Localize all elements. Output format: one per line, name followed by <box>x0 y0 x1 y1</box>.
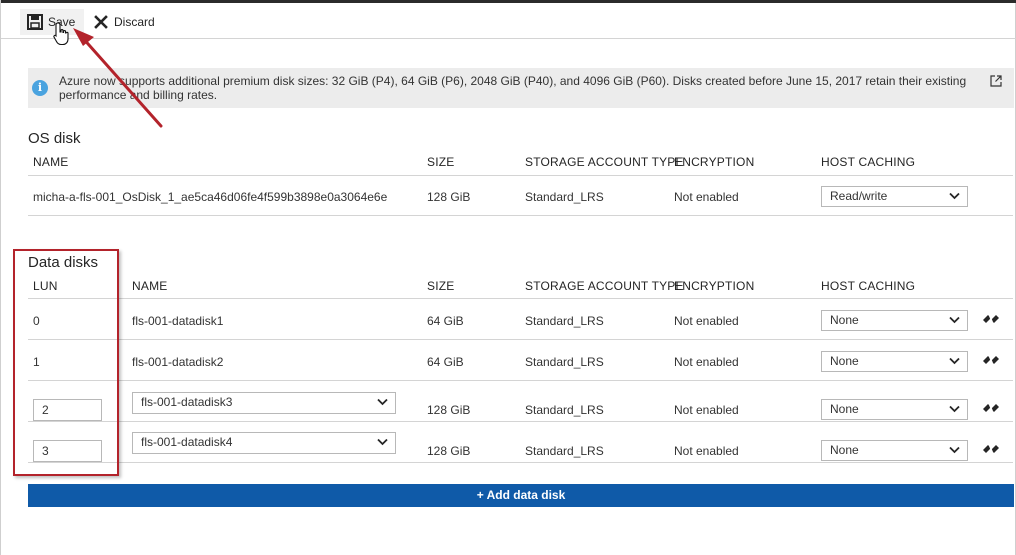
os-disk-encryption: Not enabled <box>674 190 739 204</box>
os-col-caching: HOST CACHING <box>821 155 916 169</box>
data-col-caching: HOST CACHING <box>821 279 916 293</box>
data-disk-name: fls-001-datadisk2 <box>132 355 224 369</box>
chevron-down-icon <box>949 316 960 324</box>
data-disk-encryption: Not enabled <box>674 403 739 417</box>
data-disk-lun: 1 <box>33 355 40 369</box>
chevron-down-icon <box>949 192 960 200</box>
data-header-divider <box>28 298 1013 299</box>
chevron-down-icon <box>377 398 388 406</box>
save-icon <box>27 14 48 30</box>
lun-input[interactable]: 2 <box>33 399 102 421</box>
detach-icon[interactable] <box>982 443 1000 455</box>
data-host-caching-value: None <box>830 354 859 368</box>
data-disk-size: 64 GiB <box>427 314 464 328</box>
data-disk-size: 128 GiB <box>427 444 471 458</box>
row-divider <box>28 462 1013 463</box>
data-col-name: NAME <box>132 279 168 293</box>
external-link-icon[interactable] <box>990 75 1002 90</box>
save-button[interactable]: Save <box>20 9 84 35</box>
data-disk-storage: Standard_LRS <box>525 444 604 458</box>
data-disk-storage: Standard_LRS <box>525 314 604 328</box>
os-disk-name: micha-a-fls-001_OsDisk_1_ae5ca46d06fe4f5… <box>33 190 388 204</box>
chevron-down-icon <box>949 405 960 413</box>
data-host-caching-value: None <box>830 443 859 457</box>
data-disk-encryption: Not enabled <box>674 444 739 458</box>
os-disk-storage: Standard_LRS <box>525 190 604 204</box>
data-disk-lun: 0 <box>33 314 40 328</box>
data-disk-name-value: fls-001-datadisk3 <box>141 395 233 409</box>
os-col-size: SIZE <box>427 155 455 169</box>
detach-icon[interactable] <box>982 402 1000 414</box>
data-disk-name-value: fls-001-datadisk4 <box>141 435 233 449</box>
command-bar: Save Discard <box>1 3 1016 39</box>
chevron-down-icon <box>377 438 388 446</box>
close-icon <box>94 15 114 29</box>
data-disk-storage: Standard_LRS <box>525 403 604 417</box>
os-host-caching-select[interactable]: Read/write <box>821 186 968 207</box>
data-host-caching-select[interactable]: None <box>821 351 968 372</box>
data-host-caching-select[interactable]: None <box>821 399 968 420</box>
data-disk-name-select[interactable]: fls-001-datadisk3 <box>132 392 396 414</box>
os-disk-size: 128 GiB <box>427 190 471 204</box>
data-col-size: SIZE <box>427 279 455 293</box>
data-disk-size: 128 GiB <box>427 403 471 417</box>
chevron-down-icon <box>949 357 960 365</box>
lun-input[interactable]: 3 <box>33 440 102 462</box>
data-host-caching-select[interactable]: None <box>821 440 968 461</box>
chevron-down-icon <box>949 446 960 454</box>
info-banner-text: Azure now supports additional premium di… <box>59 74 967 102</box>
info-icon: i <box>32 80 48 96</box>
add-data-disk-button[interactable]: + Add data disk <box>28 484 1014 507</box>
data-host-caching-select[interactable]: None <box>821 310 968 331</box>
data-disk-name: fls-001-datadisk1 <box>132 314 224 328</box>
save-label: Save <box>48 15 76 29</box>
os-row-divider <box>28 215 1013 216</box>
os-disk-title: OS disk <box>28 130 81 147</box>
info-banner: i Azure now supports additional premium … <box>28 68 1014 108</box>
disks-blade: Save Discard i Azure now supports additi… <box>0 0 1016 555</box>
data-disk-encryption: Not enabled <box>674 355 739 369</box>
row-divider <box>28 339 1013 340</box>
discard-label: Discard <box>114 15 155 29</box>
os-host-caching-value: Read/write <box>830 189 888 203</box>
row-divider <box>28 380 1013 381</box>
data-disk-encryption: Not enabled <box>674 314 739 328</box>
data-disk-size: 64 GiB <box>427 355 464 369</box>
row-divider <box>28 421 1013 422</box>
data-disks-title: Data disks <box>28 254 99 271</box>
data-disk-name-select[interactable]: fls-001-datadisk4 <box>132 432 396 454</box>
os-header-divider <box>28 175 1013 176</box>
data-host-caching-value: None <box>830 402 859 416</box>
data-host-caching-value: None <box>830 313 859 327</box>
data-col-encryption: ENCRYPTION <box>674 279 755 293</box>
os-col-storage: STORAGE ACCOUNT TYPE <box>525 155 684 169</box>
data-col-lun: LUN <box>33 279 58 293</box>
detach-icon[interactable] <box>982 354 1000 366</box>
data-col-storage: STORAGE ACCOUNT TYPE <box>525 279 684 293</box>
os-col-encryption: ENCRYPTION <box>674 155 755 169</box>
data-disk-storage: Standard_LRS <box>525 355 604 369</box>
os-col-name: NAME <box>33 155 69 169</box>
detach-icon[interactable] <box>982 313 1000 325</box>
discard-button[interactable]: Discard <box>94 9 164 35</box>
